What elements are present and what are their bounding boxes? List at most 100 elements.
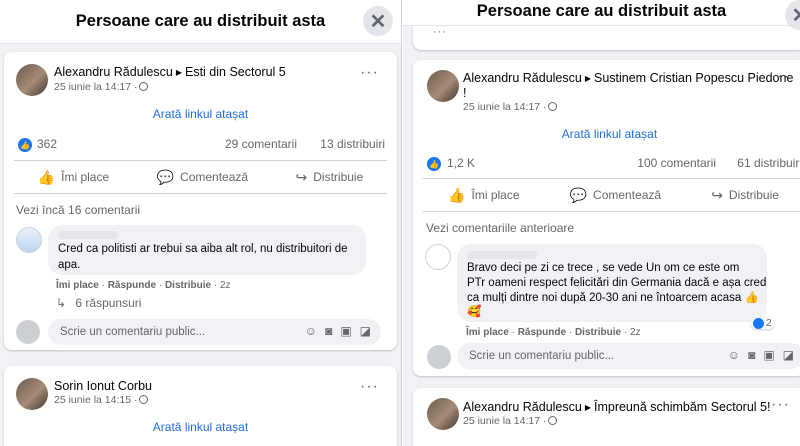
reply-arrow-icon: ↳ [56, 296, 67, 310]
more-options-icon[interactable]: ··· [360, 64, 379, 82]
avatar[interactable] [16, 64, 48, 96]
post-stats: 👍 362 29 comentarii 13 distribuiri [4, 137, 397, 155]
avatar[interactable] [427, 70, 459, 102]
camera-icon[interactable]: ◙ [748, 348, 755, 362]
thumbs-up-icon: 👍 [448, 186, 466, 203]
comment-like-link[interactable]: Îmi place [56, 280, 99, 291]
comment-button[interactable]: 💬 Comentează [157, 169, 248, 186]
like-count[interactable]: 362 [37, 137, 57, 151]
comment-input-placeholder: Scrie un comentariu public... [60, 326, 206, 338]
comment-input[interactable]: Scrie un comentariu public... ☺ ◙ ▣ ◪ [48, 319, 381, 345]
time-label[interactable]: 25 iunie la 14:17 · [54, 81, 137, 93]
comment-reply-link[interactable]: Răspunde [108, 280, 156, 291]
caret-right-icon: ▶ [175, 68, 182, 77]
sticker-icon[interactable]: ◪ [360, 324, 371, 338]
time-label[interactable]: 25 iunie la 14:17 · [463, 415, 546, 427]
share-count[interactable]: 13 distribuiri [320, 137, 385, 151]
show-attached-link[interactable]: Arată linkul atașat [4, 420, 397, 434]
post-actions: 👍 Îmi place 💬 Comentează ↪ Distribuie [14, 160, 387, 194]
more-options-icon[interactable]: ··· [771, 396, 790, 414]
comment-input[interactable]: Scrie un comentariu public... ☺ ◙ ▣ ◪ [457, 343, 800, 369]
comment-actions: Îmi place · Răspunde · Distribuie · 2z [466, 327, 641, 338]
view-previous-comments[interactable]: Vezi comentariile anterioare [426, 221, 574, 235]
avatar[interactable] [16, 378, 48, 410]
avatar[interactable] [427, 398, 459, 430]
dialog-header: Persoane care au distribuit asta ✕ [403, 0, 800, 30]
commenter-avatar[interactable] [16, 227, 42, 253]
show-attached-link[interactable]: Arată linkul atașat [4, 107, 397, 121]
comment-text-line: apa. [58, 259, 81, 271]
comment-count[interactable]: 100 comentarii [637, 156, 716, 170]
more-options-icon[interactable]: ··· [433, 26, 447, 38]
post-time[interactable]: 25 iunie la 14:17 · [463, 415, 558, 427]
view-replies[interactable]: ↳ 6 răspunsuri [56, 296, 141, 310]
post-author[interactable]: Alexandru Rădulescu ▶ Esti din Sectorul 5 [54, 64, 286, 81]
share-button[interactable]: ↪ Distribuie [296, 169, 364, 186]
post-author[interactable]: Sorin Ionut Corbu [54, 378, 152, 394]
commenter-name-hidden [467, 251, 537, 259]
share-icon: ↪ [711, 186, 723, 203]
post-author[interactable]: Alexandru Rădulescu ▶ Împreună schimbăm Se… [463, 399, 770, 416]
gif-icon[interactable]: ▣ [763, 348, 774, 362]
share-button[interactable]: ↪ Distribuie [711, 187, 779, 204]
share-target[interactable]: Împreună schimbăm Sectorul 5! [594, 400, 770, 414]
comment-bubble: Bravo deci pe zi ce trece , se vede Un o… [457, 244, 767, 322]
view-more-comments[interactable]: Vezi încă 16 comentarii [16, 203, 140, 217]
post-author[interactable]: Alexandru Rădulescu ▶ Sustinem Cristian Po… [463, 70, 793, 87]
emoji-icon[interactable]: ☺ [305, 324, 317, 338]
camera-icon[interactable]: ◙ [325, 324, 332, 338]
author-name[interactable]: Alexandru Rădulescu [463, 400, 582, 414]
gif-icon[interactable]: ▣ [340, 324, 351, 338]
thumbs-up-icon: 👍 [37, 168, 56, 185]
share-target[interactable]: Esti din Sectorul 5 [185, 65, 286, 79]
caret-right-icon: ▶ [584, 74, 591, 83]
post-time[interactable]: 25 iunie la 14:15 · [54, 394, 149, 406]
comment-reactions[interactable]: 2 [751, 318, 774, 329]
post-time[interactable]: 25 iunie la 14:17 · [463, 101, 558, 113]
comment-age[interactable]: 2z [220, 280, 231, 291]
composer-icons: ☺ ◙ ▣ ◪ [305, 324, 371, 338]
more-options-icon[interactable]: ··· [771, 68, 790, 86]
comment-like-link[interactable]: Îmi place [466, 327, 509, 338]
like-count[interactable]: 1,2 K [447, 156, 475, 170]
my-avatar [427, 345, 451, 369]
shared-post: Sorin Ionut Corbu 25 iunie la 14:15 · ··… [4, 366, 397, 446]
emoji-icon[interactable]: ☺ [728, 348, 740, 362]
share-dialog-left: Persoane care au distribuit asta ✕ Alexa… [0, 0, 402, 446]
close-icon[interactable]: ✕ [363, 6, 393, 36]
comment-bubble: Cred ca politisti ar trebui sa aiba alt … [48, 225, 366, 275]
share-count[interactable]: 61 distribuiri [737, 156, 800, 170]
replies-label[interactable]: 6 răspunsuri [75, 296, 141, 310]
post-stats: 👍 1,2 K 100 comentarii 61 distribuiri [413, 156, 800, 174]
share-target[interactable]: Sustinem Cristian Popescu Piedone [594, 71, 793, 85]
close-icon[interactable]: ✕ [785, 0, 800, 30]
globe-icon [548, 102, 558, 111]
comment-share-link[interactable]: Distribuie [165, 280, 211, 291]
comment-button[interactable]: 💬 Comentează [570, 187, 661, 204]
globe-icon [139, 82, 149, 91]
comment-reply-link[interactable]: Răspunde [518, 327, 566, 338]
time-label[interactable]: 25 iunie la 14:15 · [54, 394, 137, 406]
comment-icon: 💬 [156, 168, 175, 185]
author-name[interactable]: Alexandru Rădulescu [463, 71, 582, 85]
author-name[interactable]: Alexandru Rădulescu [54, 65, 173, 79]
dialog-title: Persoane care au distribuit asta [476, 2, 727, 20]
show-attached-link[interactable]: Arată linkul atașat [413, 127, 800, 141]
post-actions: 👍 Îmi place 💬 Comentează ↪ Distribuie [423, 178, 800, 212]
like-button[interactable]: 👍 Îmi place [448, 187, 519, 204]
share-label: Distribuie [313, 170, 364, 184]
post-time[interactable]: 25 iunie la 14:17 · [54, 81, 149, 93]
commenter-avatar[interactable] [425, 244, 451, 270]
dialog-header: Persoane care au distribuit asta ✕ [0, 0, 401, 44]
share-label: Distribuie [728, 188, 779, 202]
shared-post: Alexandru Rădulescu ▶ Esti din Sectorul 5 … [4, 52, 397, 350]
more-options-icon[interactable]: ··· [360, 378, 379, 396]
sticker-icon[interactable]: ◪ [783, 348, 794, 362]
like-button[interactable]: 👍 Îmi place [38, 169, 109, 186]
comment-share-link[interactable]: Distribuie [575, 327, 621, 338]
comment-age[interactable]: 2z [630, 327, 641, 338]
like-reaction-icon: 👍 [18, 138, 32, 152]
share-target-cont: ! [463, 86, 467, 100]
time-label[interactable]: 25 iunie la 14:17 · [463, 101, 546, 113]
comment-count[interactable]: 29 comentarii [225, 137, 297, 151]
